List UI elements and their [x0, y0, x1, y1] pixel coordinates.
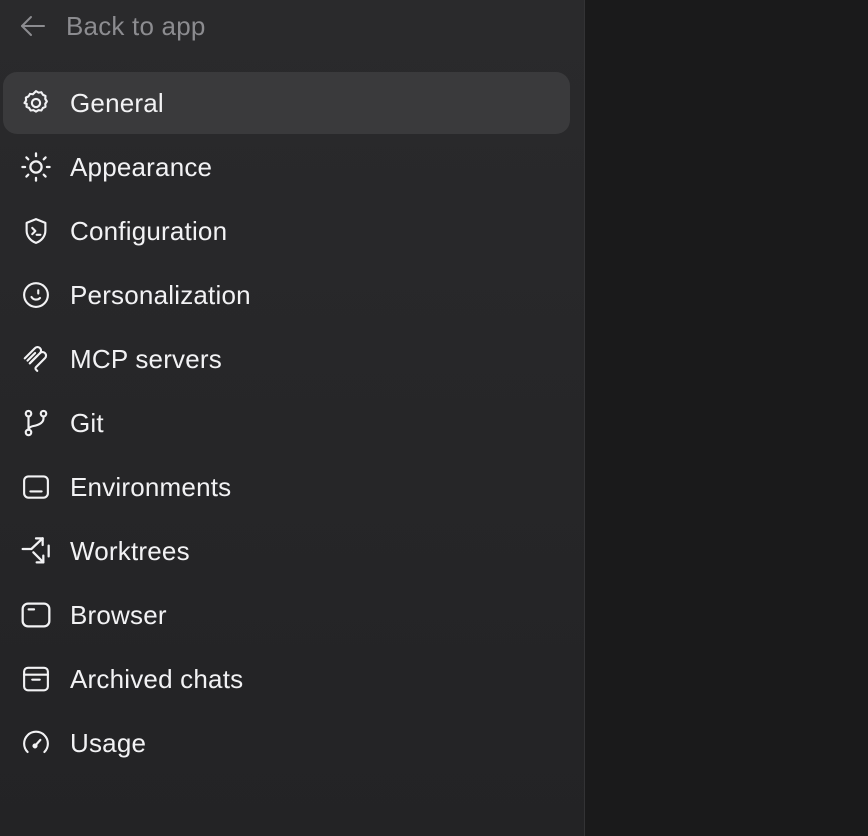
sidebar-item-worktrees[interactable]: Worktrees	[3, 520, 570, 582]
settings-content-panel	[586, 0, 868, 836]
sidebar-item-label: MCP servers	[70, 343, 222, 374]
sidebar-item-label: Configuration	[70, 215, 228, 246]
mcp-icon	[19, 342, 53, 376]
sidebar-item-label: General	[70, 87, 164, 118]
sidebar-item-appearance[interactable]: Appearance	[3, 136, 570, 198]
git-branch-icon	[19, 406, 53, 440]
sidebar-item-label: Usage	[70, 727, 147, 758]
settings-app: Back to app General Appearance Configura…	[0, 0, 868, 836]
worktree-arrows-icon	[19, 534, 53, 568]
settings-nav: General Appearance Configuration Persona…	[3, 72, 570, 776]
sidebar-item-personalization[interactable]: Personalization	[3, 264, 570, 326]
sidebar-item-browser[interactable]: Browser	[3, 584, 570, 646]
sidebar-item-label: Git	[70, 407, 104, 438]
sidebar-item-configuration[interactable]: Configuration	[3, 200, 570, 262]
sidebar-item-environments[interactable]: Environments	[3, 456, 570, 518]
shield-terminal-icon	[19, 214, 53, 248]
back-to-app-label: Back to app	[66, 10, 206, 41]
sidebar-item-label: Environments	[70, 471, 232, 502]
sun-icon	[19, 150, 53, 184]
settings-sidebar: Back to app General Appearance Configura…	[0, 0, 585, 836]
sidebar-item-git[interactable]: Git	[3, 392, 570, 454]
gear-icon	[19, 86, 53, 120]
sidebar-item-usage[interactable]: Usage	[3, 712, 570, 774]
sidebar-item-archived-chats[interactable]: Archived chats	[3, 648, 570, 710]
monitor-icon	[19, 470, 53, 504]
archive-box-icon	[19, 662, 53, 696]
browser-window-icon	[19, 598, 53, 632]
speedometer-icon	[19, 726, 53, 760]
smile-icon	[19, 278, 53, 312]
sidebar-item-label: Personalization	[70, 279, 251, 310]
sidebar-item-label: Browser	[70, 599, 167, 630]
back-to-app-button[interactable]: Back to app	[18, 6, 206, 46]
sidebar-item-label: Worktrees	[70, 535, 190, 566]
arrow-left-icon	[18, 11, 48, 41]
sidebar-item-label: Appearance	[70, 151, 213, 182]
sidebar-item-mcp-servers[interactable]: MCP servers	[3, 328, 570, 390]
sidebar-item-label: Archived chats	[70, 663, 244, 694]
sidebar-item-general[interactable]: General	[3, 72, 570, 134]
